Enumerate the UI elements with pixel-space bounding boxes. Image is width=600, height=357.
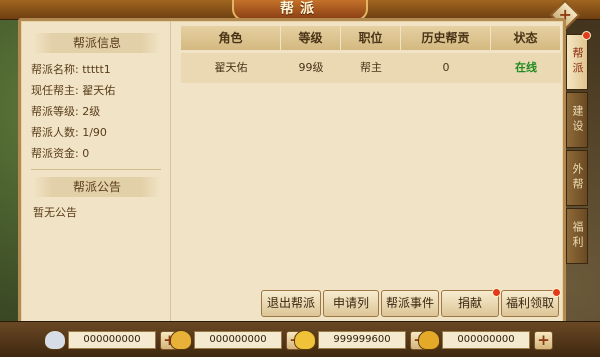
- donate-button[interactable]: 捐献: [441, 288, 501, 317]
- notification-badge: [552, 288, 561, 297]
- currency-bar: 000000000 + 000000000 + 999999600 + 0000…: [0, 321, 600, 357]
- gold-sycee-icon: [418, 330, 440, 350]
- currency-amount: 999999600: [318, 331, 406, 349]
- guild-info-heading: 帮派信息: [33, 33, 161, 53]
- guild-name-value: ttttt1: [82, 63, 111, 76]
- currency-gold-sycee: 000000000 +: [418, 328, 553, 352]
- welfare-label: 福利领取: [506, 296, 555, 310]
- column-header-level[interactable]: 等级: [281, 26, 341, 50]
- column-header-contribution[interactable]: 历史帮贡: [401, 26, 491, 50]
- silver-ingot-icon: [44, 330, 66, 350]
- notification-badge: [492, 288, 501, 297]
- guild-leader-row: 现任帮主: 翟天佑: [31, 82, 115, 98]
- member-table: 角色 等级 职位 历史帮贡 状态 翟天佑 99级 帮主 0 在线: [181, 26, 561, 83]
- add-currency-button[interactable]: +: [534, 330, 553, 350]
- guild-leader-value: 翟天佑: [82, 84, 116, 97]
- announcement-heading: 帮派公告: [33, 177, 161, 197]
- gold-coin-icon: [170, 330, 192, 350]
- guild-name-row: 帮派名称: ttttt1: [31, 61, 111, 77]
- guild-leader-label: 现任帮主:: [31, 84, 79, 97]
- member-position: 帮主: [360, 61, 382, 74]
- guild-events-button[interactable]: 帮派事件: [381, 290, 439, 317]
- column-header-position[interactable]: 职位: [341, 26, 401, 50]
- guild-funds-label: 帮派资金:: [31, 147, 79, 160]
- table-row[interactable]: 翟天佑 99级 帮主 0 在线: [181, 53, 561, 83]
- currency-amount: 000000000: [442, 331, 530, 349]
- donate-label: 捐献: [457, 296, 482, 310]
- guild-funds-row: 帮派资金: 0: [31, 145, 89, 161]
- tab-welfare-label: 福利: [571, 221, 584, 251]
- guild-members-value: 1/90: [82, 126, 107, 139]
- quit-guild-button[interactable]: 退出帮派: [261, 290, 321, 317]
- guild-name-label: 帮派名称:: [31, 63, 79, 76]
- guild-level-row: 帮派等级: 2级: [31, 103, 100, 119]
- currency-silver: 000000000 +: [44, 328, 179, 352]
- tab-guild-label: 帮派: [571, 47, 584, 77]
- tab-other-guilds[interactable]: 外帮: [566, 150, 588, 206]
- gold-ingot-icon: [294, 330, 316, 350]
- member-contribution: 0: [442, 61, 450, 74]
- action-buttons: 退出帮派 申请列表 帮派事件 捐献 福利领取: [261, 288, 561, 335]
- application-list-button[interactable]: 申请列表: [323, 290, 379, 335]
- tab-construction-label: 建设: [571, 105, 584, 135]
- tab-guild[interactable]: 帮派: [566, 31, 591, 90]
- guild-level-label: 帮派等级:: [31, 105, 79, 118]
- guild-panel: 帮派信息 帮派名称: ttttt1 现任帮主: 翟天佑 帮派等级: 2级 帮派人…: [18, 18, 566, 346]
- tab-other-guilds-label: 外帮: [571, 163, 584, 193]
- currency-gold-ingot: 999999600 +: [294, 328, 429, 352]
- member-name: 翟天佑: [214, 61, 248, 74]
- guild-info-column: 帮派信息 帮派名称: ttttt1 现任帮主: 翟天佑 帮派等级: 2级 帮派人…: [21, 21, 171, 321]
- column-header-status[interactable]: 状态: [491, 26, 561, 50]
- tab-construction[interactable]: 建设: [566, 92, 588, 148]
- currency-gold-coin: 000000000 +: [170, 328, 305, 352]
- currency-amount: 000000000: [68, 331, 156, 349]
- announcement-text: 暂无公告: [33, 206, 77, 219]
- welfare-claim-button[interactable]: 福利领取: [501, 288, 561, 317]
- guild-members-row: 帮派人数: 1/90: [31, 124, 107, 140]
- currency-amount: 000000000: [194, 331, 282, 349]
- member-status: 在线: [515, 61, 537, 74]
- notification-badge: [582, 31, 591, 40]
- guild-members-label: 帮派人数:: [31, 126, 79, 139]
- guild-funds-value: 0: [82, 147, 90, 160]
- table-header: 角色 等级 职位 历史帮贡 状态: [181, 26, 561, 50]
- side-tabs: 帮派 建设 外帮 福利: [566, 31, 591, 266]
- member-level: 99级: [298, 61, 324, 74]
- column-header-role[interactable]: 角色: [181, 26, 281, 50]
- guild-level-value: 2级: [82, 105, 101, 118]
- divider: [31, 169, 161, 170]
- tab-welfare[interactable]: 福利: [566, 208, 588, 264]
